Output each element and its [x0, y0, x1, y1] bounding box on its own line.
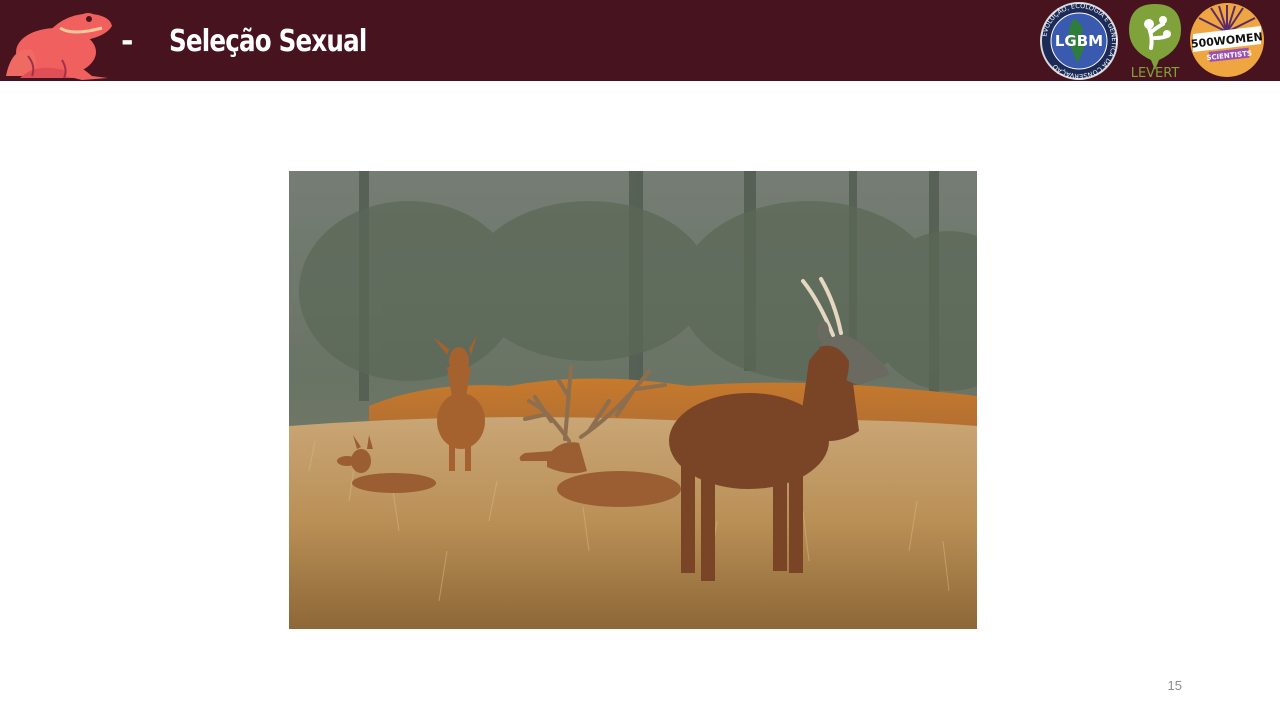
- slide-header: - Seleção Sexual LGBM EVOLUÇÃO, ECOLOGIA…: [0, 0, 1280, 81]
- page-number: 15: [1167, 678, 1182, 693]
- slide-title: Seleção Sexual: [169, 24, 367, 59]
- lgbm-logo-icon: LGBM EVOLUÇÃO, ECOLOGIA E GENÉTICA DA CO…: [1040, 2, 1119, 80]
- deer-herd-image: [289, 171, 977, 629]
- frog-logo-icon: [6, 13, 112, 80]
- title-dash: -: [121, 24, 134, 59]
- women-scientists-logo-icon: 500WOMEN SCIENTISTS: [1190, 3, 1264, 77]
- lgbm-logo-text: LGBM: [1055, 32, 1103, 50]
- levert-logo-text: LEVERT: [1131, 66, 1180, 80]
- levert-logo-icon: LEVERT: [1129, 4, 1181, 80]
- deer-photo: [289, 171, 977, 629]
